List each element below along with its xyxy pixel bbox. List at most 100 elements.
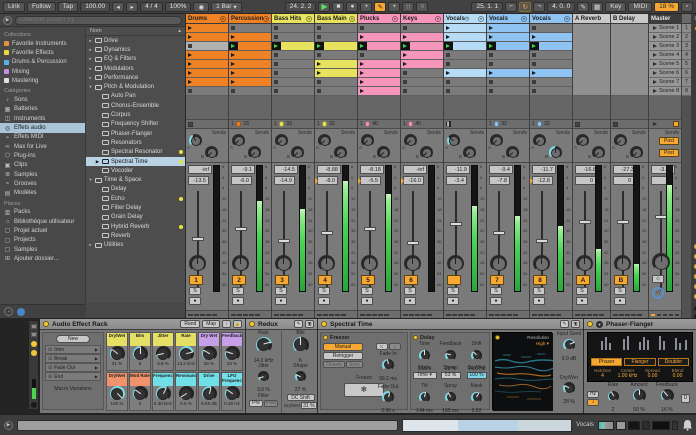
macro-knob[interactable] — [133, 346, 148, 361]
rack-chain-toggle-icon[interactable] — [31, 332, 37, 337]
file-row[interactable]: ▸Modulators — [86, 64, 185, 73]
arm-button[interactable]: ● — [447, 297, 459, 305]
volume-field[interactable]: -16.0 — [403, 176, 424, 185]
send-a-knob[interactable] — [275, 134, 288, 147]
mask-knob[interactable] — [471, 392, 482, 403]
clip-slot[interactable] — [229, 87, 271, 96]
solo-button[interactable]: S — [576, 287, 588, 295]
loop-length-field[interactable]: 4. 0. 0 — [547, 2, 575, 12]
file-row[interactable]: ▾Pitch & Modulation — [86, 82, 185, 91]
sidebar-item-samples[interactable]: ≣Samples — [0, 170, 85, 179]
macro-knob-tile[interactable]: Feedback23 % — [221, 332, 243, 371]
clip-slot[interactable] — [315, 33, 357, 42]
sidebar-item-effets-midi[interactable]: ⌁Effets MIDI — [0, 133, 85, 142]
clip-slot[interactable] — [530, 87, 572, 96]
re-enable-automation-button[interactable]: ○ — [416, 2, 428, 12]
hotswap-icon[interactable]: ▼ — [596, 321, 603, 328]
track-header[interactable]: Vocals◷▾ — [444, 14, 486, 24]
launch-variation-icon[interactable]: ▶ — [95, 374, 98, 379]
peak-level-field[interactable]: -8.18 — [360, 165, 384, 174]
delay-dry-wet-field[interactable]: 100 % — [467, 372, 487, 379]
pan-knob[interactable] — [447, 255, 464, 272]
sidebar-item-effets-audio[interactable]: ◎Effets audio — [0, 123, 85, 132]
launch-variation-icon[interactable]: ▶ — [95, 347, 98, 352]
clip-slot[interactable] — [401, 42, 443, 51]
duo-mode-button[interactable]: D — [681, 394, 690, 403]
clip-slot[interactable] — [229, 60, 271, 69]
peak-level-field[interactable]: -11.9 — [446, 165, 470, 174]
sidebar-item-max-for-live[interactable]: ∞Max for Live — [0, 142, 85, 151]
track-header[interactable]: A Reverb — [573, 14, 610, 24]
arm-button[interactable]: ● — [361, 297, 373, 305]
pan-knob[interactable] — [490, 255, 507, 272]
freezer-manual-button[interactable]: Manual — [323, 343, 363, 351]
clip-slot[interactable] — [487, 78, 529, 87]
sidebar-item-place[interactable]: ▥Packs — [0, 208, 85, 217]
draw-mode-button[interactable]: ✎ — [577, 2, 589, 12]
sidebar-item-clips[interactable]: ▣Clips — [0, 161, 85, 170]
track-header[interactable]: B Delay — [611, 14, 648, 24]
clip-slot[interactable] — [186, 42, 228, 51]
time-knob[interactable] — [419, 350, 430, 361]
scene-number[interactable]: 7 — [682, 78, 691, 87]
loop-button[interactable]: ↻ — [519, 2, 531, 12]
sidebar-item-place[interactable]: ⌂Bibliothèque utilisateur — [0, 217, 85, 226]
track-fold-icon[interactable]: ▾ — [306, 16, 312, 22]
clip-slot[interactable] — [487, 33, 529, 42]
arm-button[interactable]: ● — [614, 297, 626, 305]
clip-slot[interactable] — [444, 69, 486, 78]
clip-slot[interactable] — [229, 33, 271, 42]
pan-knob[interactable] — [614, 255, 631, 272]
track-activator-button[interactable]: 7 — [490, 275, 504, 285]
automation-arm-button[interactable]: ✎ — [374, 2, 386, 12]
fade-in-knob[interactable] — [382, 359, 394, 371]
volume-fader-handle[interactable] — [407, 241, 419, 245]
sidebar-item-collection[interactable]: Drums & Percussion — [0, 58, 85, 67]
stop-all-clips-button[interactable] — [673, 121, 679, 127]
send-b-knob[interactable] — [463, 146, 476, 159]
file-row[interactable]: Chorus-Ensemble — [86, 101, 185, 110]
info-view-toggle-icon[interactable]: ▶ — [4, 421, 13, 430]
input-send-knob[interactable] — [563, 339, 575, 351]
solo-button[interactable]: S — [404, 287, 416, 295]
track-header[interactable]: Bass Main▾ — [315, 14, 357, 24]
clip-slot[interactable] — [401, 78, 443, 87]
file-row[interactable]: Resonators — [86, 138, 185, 147]
send-b-knob[interactable] — [592, 146, 605, 159]
file-row[interactable]: ▸Utilities — [86, 241, 185, 250]
back-to-arrangement-icon[interactable] — [653, 122, 657, 126]
send-b-knob[interactable] — [420, 146, 433, 159]
send-b-knob[interactable] — [506, 146, 519, 159]
arm-button[interactable]: ● — [318, 297, 330, 305]
lock-icon[interactable]: 🔒 — [233, 320, 242, 328]
file-row[interactable]: ▸Performance — [86, 73, 185, 82]
clip-slot[interactable] — [229, 24, 271, 33]
sidebar-item-place[interactable]: ▢Projects — [0, 236, 85, 245]
macro-count-icon[interactable]: ⋮ — [222, 320, 231, 328]
macro-knob[interactable] — [156, 386, 171, 401]
rack-led-icon[interactable] — [31, 341, 37, 347]
track-header[interactable]: Keys▾ — [401, 14, 443, 24]
send-b-knob[interactable] — [205, 146, 218, 159]
track-activator-button[interactable]: B — [614, 275, 628, 285]
variation-row[interactable]: ⊙Intro▶ — [45, 345, 101, 354]
sidebar-item-grooves[interactable]: ≈Grooves — [0, 179, 85, 188]
arm-button[interactable]: ● — [533, 297, 545, 305]
macro-knob[interactable] — [179, 386, 194, 401]
peak-level-field[interactable]: -inf — [403, 165, 427, 174]
clip-slot[interactable] — [315, 51, 357, 60]
track-activator-button[interactable]: 8 — [533, 275, 547, 285]
send-a-knob[interactable] — [361, 134, 374, 147]
capture-midi-button[interactable]: + — [388, 2, 400, 12]
volume-fader-handle[interactable] — [617, 220, 629, 224]
send-a-knob[interactable] — [232, 134, 245, 147]
solo-button[interactable]: S — [275, 287, 287, 295]
pan-knob[interactable] — [533, 255, 550, 272]
note-icon-button[interactable]: ♪ — [389, 343, 401, 350]
rack-title-bar[interactable]: Audio Effect Rack Rand Map ⋮ 🔒 — [40, 319, 245, 330]
rand-button[interactable]: Rand — [180, 320, 200, 328]
track-header[interactable]: Percussion▾ — [229, 14, 271, 24]
volume-field[interactable]: -6.0 — [231, 176, 252, 185]
sidebar-item-instruments[interactable]: ◫Instruments — [0, 114, 85, 123]
file-row[interactable]: Auto Pan — [86, 92, 185, 101]
